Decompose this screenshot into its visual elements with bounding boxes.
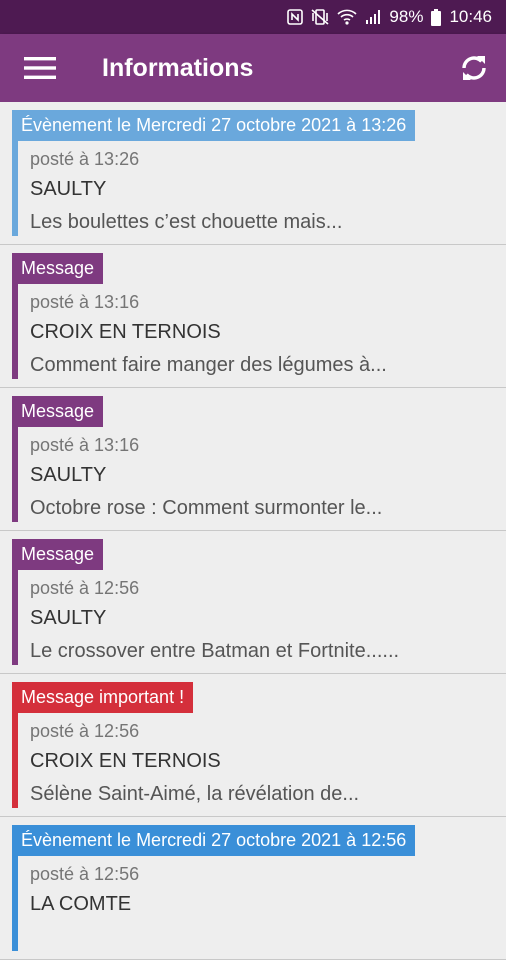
item-location: SAULTY bbox=[30, 607, 107, 629]
list-item[interactable]: Message posté à 12:56 SAULTY Le crossove… bbox=[0, 531, 506, 674]
item-excerpt: Octobre rose : Comment surmonter le... bbox=[30, 497, 383, 519]
page-title: Informations bbox=[102, 53, 254, 82]
menu-button[interactable] bbox=[0, 34, 80, 102]
refresh-button[interactable] bbox=[442, 34, 506, 102]
item-tag: Message bbox=[12, 539, 104, 570]
vibrate-icon bbox=[311, 9, 329, 25]
item-tag: Message bbox=[12, 253, 104, 284]
item-tag: Évènement le Mercredi 27 octobre 2021 à … bbox=[12, 825, 416, 856]
item-posted-time: posté à 12:56 bbox=[30, 578, 140, 598]
status-bar: 98% 10:46 bbox=[0, 0, 506, 34]
list-item[interactable]: Évènement le Mercredi 27 octobre 2021 à … bbox=[0, 102, 506, 245]
battery-icon bbox=[431, 8, 442, 26]
battery-percent: 98% bbox=[389, 7, 424, 26]
item-excerpt: Les boulettes c’est chouette mais... bbox=[30, 211, 343, 233]
item-posted-time: posté à 13:16 bbox=[30, 292, 140, 312]
list-item[interactable]: Message important ! posté à 12:56 CROIX … bbox=[0, 674, 506, 817]
item-posted-time: posté à 12:56 bbox=[30, 864, 140, 884]
clock: 10:46 bbox=[449, 7, 492, 26]
app-bar: Informations bbox=[0, 34, 506, 102]
item-tag: Message important ! bbox=[12, 682, 194, 713]
item-location: SAULTY bbox=[30, 178, 107, 200]
list-item[interactable]: Message posté à 13:16 SAULTY Octobre ros… bbox=[0, 388, 506, 531]
item-location: CROIX EN TERNOIS bbox=[30, 750, 221, 772]
wifi-icon bbox=[337, 9, 357, 25]
menu-icon bbox=[24, 57, 56, 79]
item-tag: Évènement le Mercredi 27 octobre 2021 à … bbox=[12, 110, 416, 141]
item-tag: Message bbox=[12, 396, 104, 427]
item-posted-time: posté à 12:56 bbox=[30, 721, 140, 741]
item-posted-time: posté à 13:26 bbox=[30, 149, 140, 169]
list-item[interactable]: Message posté à 13:16 CROIX EN TERNOIS C… bbox=[0, 245, 506, 388]
signal-icon bbox=[365, 9, 381, 25]
item-excerpt: Comment faire manger des légumes à... bbox=[30, 354, 387, 376]
refresh-icon bbox=[462, 56, 486, 80]
item-excerpt: Le crossover entre Batman et Fortnite...… bbox=[30, 640, 400, 662]
item-location: SAULTY bbox=[30, 464, 107, 486]
item-location: LA COMTE bbox=[30, 893, 132, 915]
item-location: CROIX EN TERNOIS bbox=[30, 321, 221, 343]
item-excerpt: Sélène Saint-Aimé, la révélation de... bbox=[30, 783, 360, 805]
list-item[interactable]: Évènement le Mercredi 27 octobre 2021 à … bbox=[0, 817, 506, 960]
nfc-icon bbox=[287, 9, 304, 25]
item-posted-time: posté à 13:16 bbox=[30, 435, 140, 455]
news-list: Évènement le Mercredi 27 octobre 2021 à … bbox=[0, 102, 506, 960]
